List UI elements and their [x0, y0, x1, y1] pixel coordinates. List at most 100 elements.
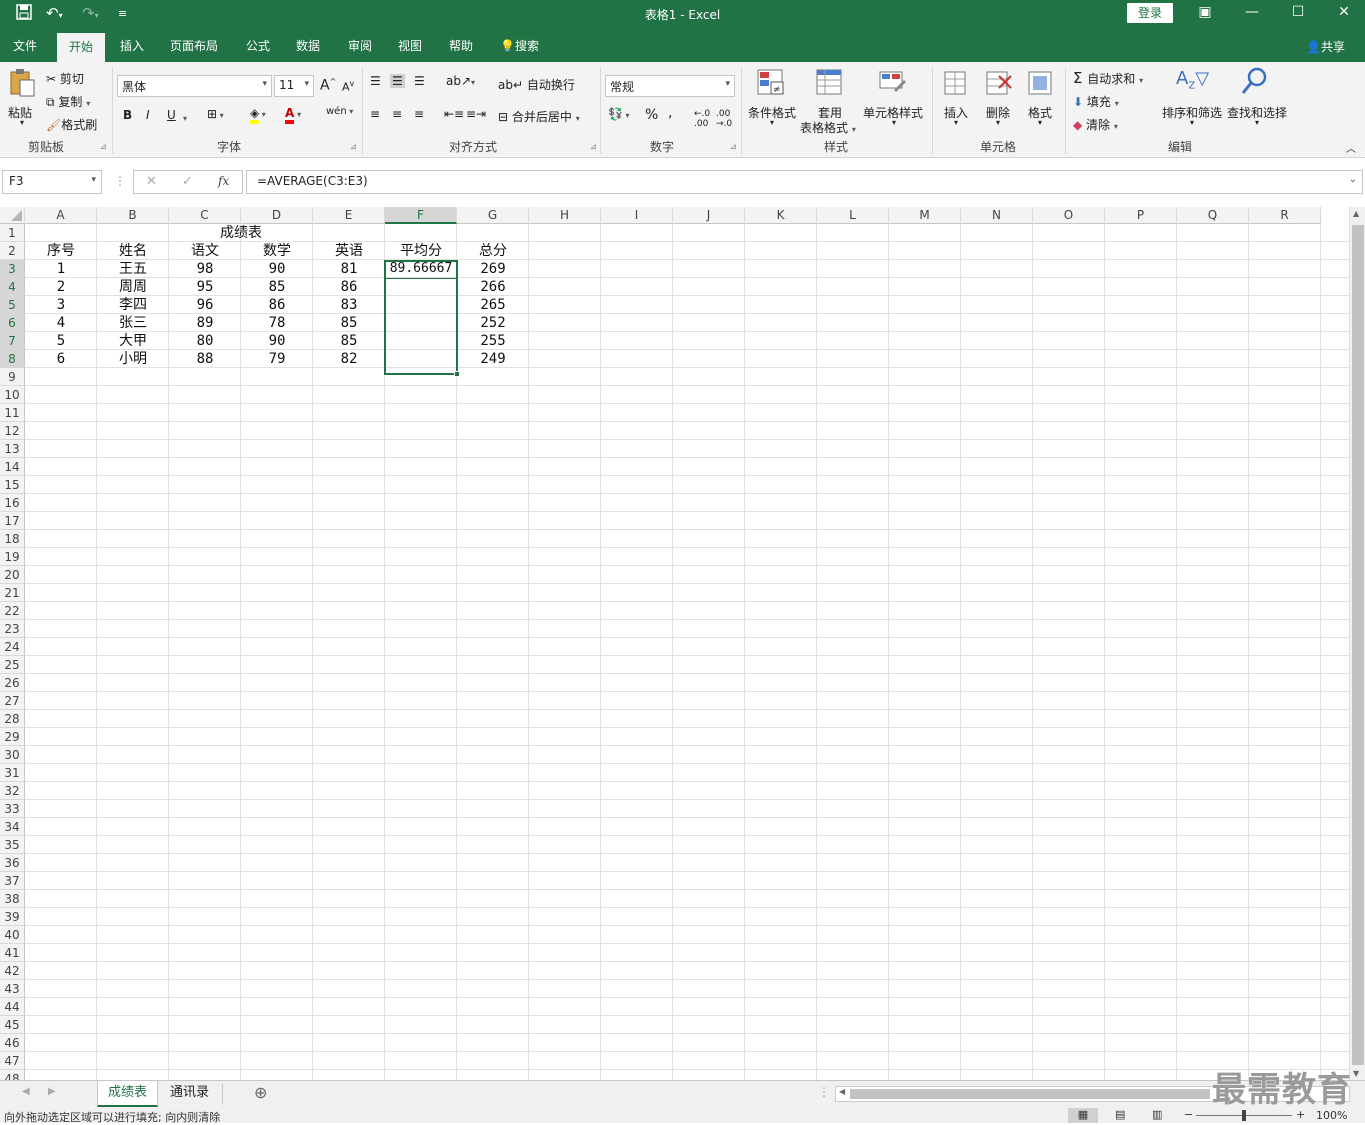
data-cell[interactable]: 4 [25, 314, 97, 332]
minimize-icon[interactable]: — [1237, 4, 1267, 20]
column-header-h[interactable]: H [529, 207, 601, 224]
tab-split-icon[interactable]: ⋮ [818, 1085, 830, 1099]
row-header-42[interactable]: 42 [0, 962, 25, 980]
scroll-down-icon[interactable]: ▼ [1353, 1069, 1359, 1078]
column-header-d[interactable]: D [241, 207, 313, 224]
column-header-j[interactable]: J [673, 207, 745, 224]
zoom-level[interactable]: 100% [1316, 1109, 1347, 1122]
phonetic-guide-icon[interactable]: wén ▾ [326, 106, 353, 117]
row-header-47[interactable]: 47 [0, 1052, 25, 1070]
tab-help[interactable]: 帮助 [449, 36, 473, 62]
column-header-e[interactable]: E [313, 207, 385, 224]
row-header-14[interactable]: 14 [0, 458, 25, 476]
row-header-9[interactable]: 9 [0, 368, 25, 386]
row-header-1[interactable]: 1 [0, 224, 25, 242]
data-cell[interactable]: 3 [25, 296, 97, 314]
tab-search[interactable]: 💡搜索 [500, 36, 539, 62]
underline-dropdown-icon[interactable]: ▾ [183, 110, 187, 124]
data-cell[interactable]: 252 [457, 314, 529, 332]
copy-button[interactable]: ⧉ 复制 ▾ [46, 93, 90, 110]
clear-button[interactable]: ◆ 清除 ▾ [1073, 116, 1118, 133]
number-launcher-icon[interactable]: ⊿ [730, 142, 737, 151]
align-middle-icon[interactable]: ☰ [390, 74, 405, 88]
row-header-10[interactable]: 10 [0, 386, 25, 404]
column-header-f[interactable]: F [385, 207, 457, 224]
data-cell[interactable]: 86 [313, 278, 385, 296]
increase-decimal-icon[interactable]: ←.0.00 [694, 109, 710, 129]
paste-dropdown-icon[interactable]: ▾ [20, 118, 24, 127]
orientation-icon[interactable]: ab↗▾ [446, 74, 475, 88]
expand-formula-icon[interactable]: ⌄ [1349, 174, 1357, 185]
column-header-q[interactable]: Q [1177, 207, 1249, 224]
grow-font-button[interactable]: A^ [320, 77, 336, 94]
data-cell[interactable]: 96 [169, 296, 241, 314]
scroll-left-icon[interactable]: ◀ [839, 1087, 845, 1096]
data-cell[interactable]: 王五 [97, 260, 169, 278]
data-cell[interactable]: 小明 [97, 350, 169, 368]
worksheet-grid[interactable]: ABCDEFGHIJKLMNOPQR 1 2 3 4 5 6 7 8 9 10 11 12 13 14 15… [0, 207, 1349, 1080]
row-header-48[interactable]: 48 [0, 1070, 25, 1080]
column-header-o[interactable]: O [1033, 207, 1105, 224]
sheet-tab-scores[interactable]: 成绩表 [97, 1081, 159, 1107]
row-header-41[interactable]: 41 [0, 944, 25, 962]
row-header-8[interactable]: 8 [0, 350, 25, 368]
decrease-decimal-icon[interactable]: .00 →.0 [716, 109, 732, 129]
format-as-table-button[interactable]: 表格格式 ▾ [800, 119, 856, 136]
clipboard-launcher-icon[interactable]: ⊿ [100, 142, 107, 151]
zoom-slider-thumb[interactable] [1242, 1110, 1246, 1121]
data-cell[interactable]: 269 [457, 260, 529, 278]
add-sheet-icon[interactable]: ⊕ [254, 1083, 267, 1102]
row-header-22[interactable]: 22 [0, 602, 25, 620]
row-header-44[interactable]: 44 [0, 998, 25, 1016]
increase-indent-icon[interactable]: ≡⇥ [466, 107, 486, 121]
cancel-icon[interactable]: ✕ [146, 174, 157, 189]
column-header-c[interactable]: C [169, 207, 241, 224]
column-header-a[interactable]: A [25, 207, 97, 224]
header-cell[interactable]: 姓名 [97, 242, 169, 260]
formula-input[interactable]: =AVERAGE(C3:E3) ⌄ [246, 170, 1363, 194]
align-right-icon[interactable]: ≡ [414, 107, 424, 121]
fill-button[interactable]: ⬇ 填充 ▾ [1073, 93, 1119, 110]
fill-color-icon[interactable]: ◈ ▾ [250, 106, 266, 124]
data-cell[interactable]: 1 [25, 260, 97, 278]
data-cell[interactable]: 82 [313, 350, 385, 368]
row-header-17[interactable]: 17 [0, 512, 25, 530]
font-name-select[interactable]: 黑体 ▾ [117, 75, 272, 97]
column-header-b[interactable]: B [97, 207, 169, 224]
row-header-2[interactable]: 2 [0, 242, 25, 260]
row-header-36[interactable]: 36 [0, 854, 25, 872]
italic-button[interactable]: I [146, 108, 150, 122]
data-cell[interactable]: 6 [25, 350, 97, 368]
cut-button[interactable]: ✂ 剪切 [46, 70, 84, 87]
conditional-format-dropdown-icon[interactable]: ▾ [770, 118, 774, 127]
row-header-13[interactable]: 13 [0, 440, 25, 458]
font-size-select[interactable]: 11 ▾ [274, 75, 314, 97]
delete-cells-dropdown-icon[interactable]: ▾ [996, 118, 1000, 127]
prev-sheet-icon[interactable]: ◀ [22, 1086, 30, 1097]
data-cell[interactable]: 张三 [97, 314, 169, 332]
data-cell[interactable]: 79 [241, 350, 313, 368]
header-cell[interactable]: 总分 [457, 242, 529, 260]
header-cell[interactable]: 语文 [169, 242, 241, 260]
column-header-l[interactable]: L [817, 207, 889, 224]
row-header-27[interactable]: 27 [0, 692, 25, 710]
row-header-25[interactable]: 25 [0, 656, 25, 674]
sheet-tab-contacts[interactable]: 通讯录 [160, 1081, 219, 1107]
data-cell[interactable]: 2 [25, 278, 97, 296]
tab-insert[interactable]: 插入 [120, 36, 144, 62]
row-header-31[interactable]: 31 [0, 764, 25, 782]
column-header-p[interactable]: P [1105, 207, 1177, 224]
row-header-6[interactable]: 6 [0, 314, 25, 332]
header-cell[interactable]: 平均分 [385, 242, 457, 260]
h-scroll-thumb[interactable] [850, 1089, 1210, 1099]
data-cell[interactable]: 86 [241, 296, 313, 314]
fill-handle[interactable] [454, 371, 460, 377]
font-launcher-icon[interactable]: ⊿ [350, 142, 357, 151]
header-cell[interactable]: 英语 [313, 242, 385, 260]
alignment-launcher-icon[interactable]: ⊿ [590, 142, 597, 151]
row-header-16[interactable]: 16 [0, 494, 25, 512]
autosum-button[interactable]: Σ 自动求和 ▾ [1073, 69, 1143, 87]
data-cell[interactable]: 81 [313, 260, 385, 278]
data-cell[interactable]: 90 [241, 332, 313, 350]
data-cell[interactable]: 88 [169, 350, 241, 368]
